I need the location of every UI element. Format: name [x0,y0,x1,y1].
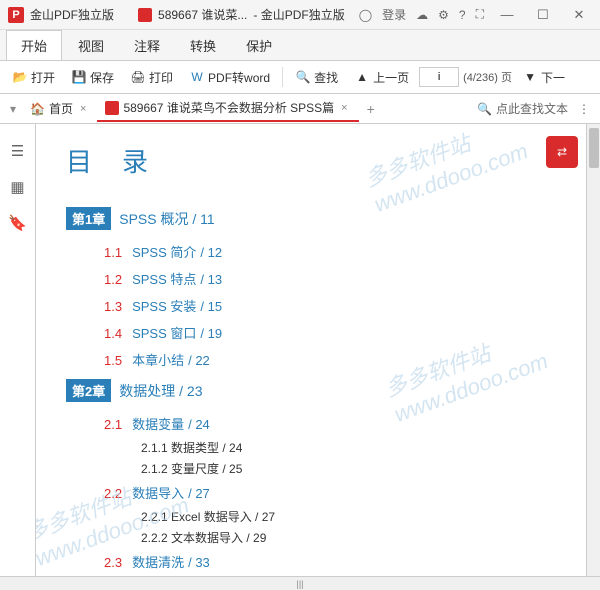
down-arrow-icon: ▼ [522,69,538,85]
cloud-icon[interactable]: ☁ [416,8,428,22]
find-button[interactable]: 🔍查找 [289,66,344,89]
chapter-badge: 第2章 [66,379,111,402]
menu-start[interactable]: 开始 [6,30,62,60]
menu-annotate[interactable]: 注释 [120,31,174,60]
document-tabbar: ▾ 🏠 首页 × 589667 谁说菜鸟不会数据分析 SPSS篇 × + 🔍 点… [0,94,600,124]
outline-icon[interactable]: ☰ [8,142,28,158]
doc-title-short: 589667 谁说菜... [158,6,247,23]
search-icon: 🔍 [295,69,311,85]
titlebar: P 金山PDF独立版 589667 谁说菜... - 金山PDF独立版 ◯ 登录… [0,0,600,30]
open-button[interactable]: 📂打开 [6,66,61,89]
folder-icon: 📂 [12,69,28,85]
section-2-2: 2.2数据导入/ 27 [104,479,556,506]
section-1-2: 1.2SPSS 特点/ 13 [104,265,556,292]
menubar: 开始 视图 注释 转换 保护 [0,30,600,60]
close-button[interactable]: ✕ [566,7,592,23]
help-icon[interactable]: ? [459,8,466,22]
toc-heading: 目录 [66,142,556,179]
float-convert-button[interactable]: ⇄ [546,136,578,168]
maximize-button[interactable]: ☐ [530,7,556,23]
section-1-5: 1.5本章小结/ 22 [104,346,556,373]
section-2-1: 2.1数据变量/ 24 [104,410,556,437]
chapter-badge: 第1章 [66,207,111,230]
save-icon: 💾 [71,69,87,85]
close-home-tab[interactable]: × [77,103,89,115]
bookmark-icon[interactable]: 🔖 [8,214,28,230]
scroll-thumb[interactable] [589,128,599,168]
subsection-2-1-2: 2.1.2 变量尺度 / 25 [141,458,556,479]
chapter-1: 第1章 SPSS 概况 / 11 [66,207,556,230]
save-button[interactable]: 💾保存 [65,66,120,89]
app-name: 金山PDF独立版 [30,6,114,23]
print-icon: 🖨 [130,69,146,85]
pdf-icon [105,101,119,115]
menu-protect[interactable]: 保护 [232,31,286,60]
section-1-3: 1.3SPSS 安装/ 15 [104,292,556,319]
search-text-hint[interactable]: 🔍 点此查找文本 ⋮ [477,100,596,117]
chapter-title: SPSS 概况 / 11 [119,209,214,229]
fullscreen-icon[interactable]: ⛶ [476,7,484,22]
page-count: (4/236) 页 [463,69,512,85]
section-2-3: 2.3数据清洗/ 33 [104,548,556,575]
subsection-2-2-2: 2.2.2 文本数据导入 / 29 [141,527,556,548]
toolbar: 📂打开 💾保存 🖨打印 WPDF转word 🔍查找 ▲上一页 (4/236) 页… [0,60,600,94]
menu-view[interactable]: 视图 [64,31,118,60]
app-logo: P [8,7,24,23]
subsection-2-2-1: 2.2.1 Excel 数据导入 / 27 [141,506,556,527]
section-1-4: 1.4SPSS 窗口/ 19 [104,319,556,346]
section-2-4: 2.4数据抽取/ 35 [104,575,556,576]
menu-convert[interactable]: 转换 [176,31,230,60]
pdf-page: 多多软件站www.ddooo.com 多多软件站www.ddooo.com 多多… [36,124,586,576]
close-doc-tab[interactable]: × [338,102,350,114]
thumbnails-icon[interactable]: ▦ [8,178,28,194]
pdf-icon [138,8,152,22]
section-1-1: 1.1SPSS 简介/ 12 [104,238,556,265]
word-icon: W [189,69,205,85]
next-page-button[interactable]: ▼下一 [516,66,571,89]
minimize-button[interactable]: — [494,7,520,22]
vertical-scrollbar[interactable] [586,124,600,576]
page-number-input[interactable] [419,67,459,87]
content-area: ☰ ▦ 🔖 多多软件站www.ddooo.com 多多软件站www.ddooo.… [0,124,600,576]
document-tab[interactable]: 589667 谁说菜鸟不会数据分析 SPSS篇 × [97,95,358,122]
search-icon: 🔍 [477,102,492,116]
pdf2word-button[interactable]: WPDF转word [183,66,276,89]
chapter-title: 数据处理 / 23 [119,381,202,401]
prev-page-button[interactable]: ▲上一页 [348,66,415,89]
settings-icon[interactable]: ⚙ [438,8,449,22]
up-arrow-icon: ▲ [354,69,370,85]
app-suffix: - 金山PDF独立版 [253,6,344,23]
chapter-2: 第2章 数据处理 / 23 [66,379,556,402]
subsection-2-1-1: 2.1.1 数据类型 / 24 [141,437,556,458]
sidebar: ☰ ▦ 🔖 [0,124,36,576]
add-tab-button[interactable]: + [359,101,383,117]
print-button[interactable]: 🖨打印 [124,66,179,89]
user-icon[interactable]: ◯ [359,8,372,22]
home-tab[interactable]: 🏠 首页 × [22,96,97,121]
tab-list-icon[interactable]: ▾ [4,102,22,116]
login-link[interactable]: 登录 [382,6,406,23]
statusbar: ||| [0,576,600,590]
resize-handle[interactable]: ||| [296,579,303,589]
home-icon: 🏠 [30,102,45,116]
